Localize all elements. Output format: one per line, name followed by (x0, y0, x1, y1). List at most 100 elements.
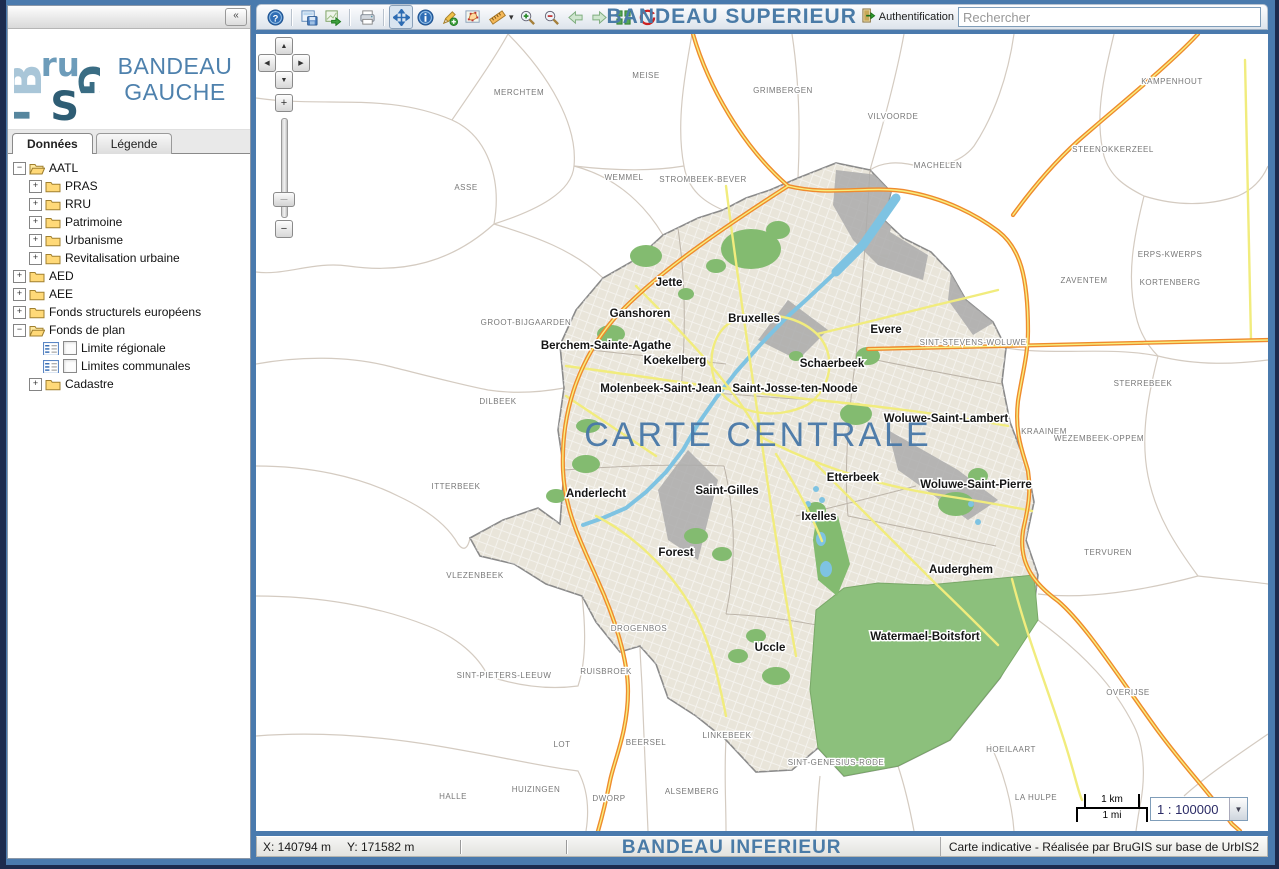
tree-spacer (29, 361, 40, 372)
login-door-icon (861, 8, 876, 26)
municipality-label: Molenbeek-Saint-Jean (600, 383, 721, 395)
tree-expander-plus[interactable]: + (29, 234, 42, 247)
tree-item-patrimoine[interactable]: +Patrimoine (10, 213, 248, 231)
tree-item-label: Fonds structurels européens (49, 305, 201, 319)
outside-label: VILVOORDE (868, 112, 919, 121)
folder-icon (45, 378, 61, 391)
edit-tool-button[interactable] (461, 5, 485, 29)
pan-tool-button[interactable] (389, 5, 413, 29)
prev-extent-tool-button[interactable] (564, 5, 588, 29)
save-tool-button[interactable] (297, 5, 321, 29)
export-tool-button[interactable] (321, 5, 345, 29)
tree-item-limite-re-gionale[interactable]: Limite régionale (10, 339, 248, 357)
tree-item-pras[interactable]: +PRAS (10, 177, 248, 195)
chevron-down-icon[interactable]: ▼ (1229, 798, 1247, 820)
layer-checkbox[interactable] (63, 359, 77, 373)
tree-item-label: Revitalisation urbaine (65, 251, 180, 265)
folder-icon (45, 180, 61, 193)
tree-expander-plus[interactable]: + (29, 180, 42, 193)
tree-item-revitalisation-urbaine[interactable]: + Revitalisation urbaine (10, 249, 248, 267)
map-canvas[interactable]: MEISEMERCHTEMGRIMBERGENVILVOORDEKAMPENHO… (256, 34, 1268, 831)
outside-label: DWORP (592, 794, 625, 803)
map-attribution: Carte indicative - Réalisée par BruGIS s… (940, 837, 1267, 856)
tree-item-aee[interactable]: + AEE (10, 285, 248, 303)
status-separator (566, 840, 568, 854)
municipality-label: Berchem-Sainte-Agathe (541, 340, 671, 352)
measure-tool-button[interactable] (485, 5, 509, 29)
tree-item-cadastre[interactable]: +Cadastre (10, 375, 248, 393)
tree-item-aed[interactable]: +AED (10, 267, 248, 285)
tree-expander-plus[interactable]: + (29, 198, 42, 211)
draw-tool-button[interactable] (437, 5, 461, 29)
outside-label: LOT (553, 740, 570, 749)
status-separator (460, 840, 462, 854)
municipality-label: Uccle (755, 642, 786, 654)
pan-up-button[interactable]: ▲ (275, 37, 293, 55)
layer-checkbox[interactable] (63, 341, 77, 355)
folder-icon (29, 306, 45, 319)
outside-label: OVERIJSE (1106, 688, 1150, 697)
help-tool-button[interactable]: ? (263, 5, 287, 29)
folder-icon (45, 216, 61, 229)
collapse-panel-button[interactable]: « (225, 8, 247, 26)
scale-value: 1 : 100000 (1151, 802, 1229, 817)
bottom-banner-title: BANDEAU INFERIEUR (622, 837, 842, 859)
pan-left-button[interactable]: ◀ (258, 54, 276, 72)
tree-expander-minus[interactable]: − (13, 324, 26, 337)
municipality-label: Ixelles (801, 511, 836, 523)
outside-label: STEENOKKERZEEL (1072, 145, 1154, 154)
outside-label: MEISE (632, 71, 659, 80)
folder-icon (45, 252, 61, 265)
outside-label: VLEZENBEEK (446, 571, 504, 580)
tree-item-fonds-structurels-europe-ens[interactable]: + Fonds structurels européens (10, 303, 248, 321)
outside-label: ZAVENTEM (1061, 276, 1108, 285)
tree-item-rru[interactable]: +RRU (10, 195, 248, 213)
status-bar: X: 140794 m Y: 171582 m BANDEAU INFERIEU… (256, 836, 1268, 857)
outside-label: MACHELEN (914, 161, 962, 170)
tree-expander-minus[interactable]: − (13, 162, 26, 175)
toolbar-separator (349, 9, 351, 26)
tab-donnees[interactable]: Données (12, 133, 93, 154)
map-viewport: MEISEMERCHTEMGRIMBERGENVILVOORDEKAMPENHO… (256, 34, 1268, 831)
authentication-button[interactable]: Authentification (861, 8, 954, 26)
measure-dropdown-caret[interactable]: ▾ (509, 12, 514, 23)
outside-label: KORTENBERG (1140, 278, 1201, 287)
tree-item-label: Limites communales (81, 359, 190, 373)
tree-item-limites-communales[interactable]: Limites communales (10, 357, 248, 375)
tab-legende[interactable]: Légende (96, 133, 173, 154)
zoom-out-button[interactable]: − (275, 220, 293, 238)
zoom-in-button[interactable]: + (275, 94, 293, 112)
municipality-label: Auderghem (929, 564, 993, 576)
tree-item-fonds-de-plan[interactable]: −Fonds de plan (10, 321, 248, 339)
tree-expander-plus[interactable]: + (13, 288, 26, 301)
outside-label: STERREBEEK (1114, 379, 1173, 388)
municipality-label: Saint-Gilles (695, 485, 758, 497)
municipality-label: Evere (870, 324, 901, 336)
zoom-in-tool-button[interactable] (516, 5, 540, 29)
outside-label: ERPS-KWERPS (1138, 250, 1203, 259)
tree-item-urbanisme[interactable]: +Urbanisme (10, 231, 248, 249)
outside-label: GRIMBERGEN (753, 86, 813, 95)
tree-expander-plus[interactable]: + (13, 270, 26, 283)
info-tool-button[interactable] (413, 5, 437, 29)
scale-select[interactable]: 1 : 100000 ▼ (1150, 797, 1248, 821)
outside-label: WEZEMBEEK-OPPEM (1054, 434, 1144, 443)
map-toolbar: ?▾BANDEAU SUPERIEUR Authentification (256, 4, 1268, 30)
search-input[interactable] (958, 7, 1261, 27)
layer-icon (43, 342, 59, 355)
municipality-label: Bruxelles (728, 313, 780, 325)
tree-expander-plus[interactable]: + (29, 252, 42, 265)
tree-expander-plus[interactable]: + (13, 306, 26, 319)
pan-right-button[interactable]: ▶ (292, 54, 310, 72)
zoom-slider-handle[interactable]: — (273, 192, 295, 207)
tree-expander-plus[interactable]: + (29, 378, 42, 391)
tree-item-aatl[interactable]: −AATL (10, 159, 248, 177)
svg-text:?: ? (272, 13, 278, 24)
tree-expander-plus[interactable]: + (29, 216, 42, 229)
print-tool-button[interactable] (355, 5, 379, 29)
brugis-logo: B ru G I S (14, 36, 100, 122)
pan-down-button[interactable]: ▼ (275, 71, 293, 89)
folder-icon (45, 198, 61, 211)
zoom-out-tool-button[interactable] (540, 5, 564, 29)
tree-item-label: AEE (49, 287, 73, 301)
